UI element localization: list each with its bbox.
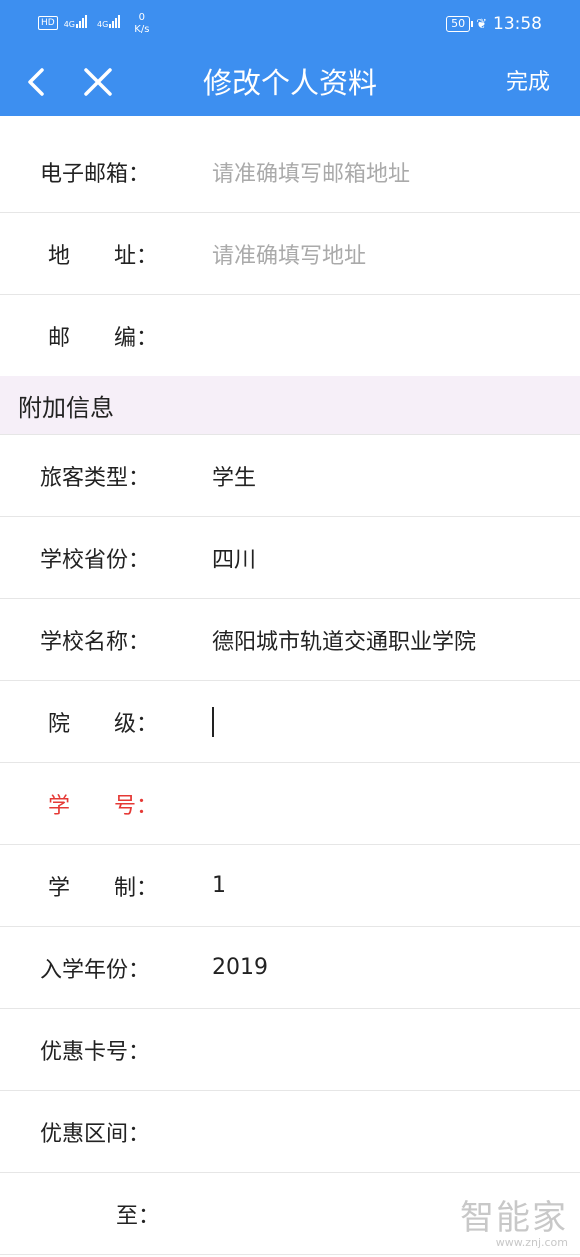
hd-badge: HD bbox=[38, 16, 58, 30]
section-header: 附加信息 bbox=[0, 376, 580, 435]
done-button[interactable]: 完成 bbox=[506, 69, 550, 97]
postcode-label-text: 邮 编： bbox=[48, 325, 159, 351]
postcode-input[interactable] bbox=[212, 295, 560, 376]
discount-range-label: 优惠区间： bbox=[40, 1121, 151, 1147]
discount-range-from[interactable] bbox=[212, 1091, 560, 1172]
school-province-row[interactable]: 学校省份： 四川 bbox=[0, 517, 580, 599]
watermark-url: www.znj.com bbox=[495, 1236, 568, 1249]
address-label-text: 地 址： bbox=[48, 243, 159, 269]
address-input[interactable]: 请准确填写地址 bbox=[212, 213, 560, 294]
discount-range-row[interactable]: 优惠区间： bbox=[0, 1091, 580, 1173]
status-bar: HD 4G 4G 0 K/s 50 ❦ 13:58 bbox=[0, 0, 580, 50]
school-province-label: 学校省份： bbox=[40, 547, 151, 573]
signal-icon bbox=[109, 14, 121, 28]
network-speed: 0 K/s bbox=[134, 12, 149, 36]
status-left: HD 4G 4G 0 K/s bbox=[38, 12, 149, 36]
signal-1: 4G bbox=[63, 12, 87, 29]
enrollment-year-label: 入学年份： bbox=[40, 957, 151, 983]
department-label: 院 级： bbox=[48, 681, 160, 762]
email-row[interactable]: 电子邮箱： 请准确填写邮箱地址 bbox=[0, 116, 580, 213]
speed-value: 0 bbox=[138, 12, 146, 23]
email-label: 电子邮箱： bbox=[40, 161, 151, 187]
study-length-row[interactable]: 学 制： 1 bbox=[0, 845, 580, 927]
postcode-label: 邮 编： bbox=[48, 295, 160, 376]
enrollment-year-value[interactable]: 2019 bbox=[212, 927, 560, 1008]
email-input[interactable]: 请准确填写邮箱地址 bbox=[212, 131, 560, 212]
discount-range-to-label: 至： bbox=[115, 1203, 160, 1229]
department-input[interactable] bbox=[212, 681, 560, 762]
battery-icon: 50 bbox=[446, 16, 474, 32]
status-right: 50 ❦ 13:58 bbox=[446, 14, 542, 34]
study-length-label-text: 学 制： bbox=[48, 875, 159, 901]
passenger-type-row[interactable]: 旅客类型： 学生 bbox=[0, 435, 580, 517]
network-type-2: 4G bbox=[97, 20, 109, 29]
text-cursor bbox=[212, 706, 214, 737]
student-id-row[interactable]: 学 号： bbox=[0, 763, 580, 845]
student-id-label: 学 号： bbox=[48, 763, 160, 844]
school-province-value[interactable]: 四川 bbox=[212, 517, 560, 598]
watermark: 智能家 www.znj.com bbox=[460, 1199, 568, 1249]
nav-bar: 修改个人资料 完成 bbox=[0, 50, 580, 116]
school-name-label: 学校名称： bbox=[40, 629, 151, 655]
student-id-label-text: 学 号： bbox=[48, 793, 159, 819]
network-type-1: 4G bbox=[63, 20, 75, 29]
discount-card-row[interactable]: 优惠卡号： bbox=[0, 1009, 580, 1091]
enrollment-year-row[interactable]: 入学年份： 2019 bbox=[0, 927, 580, 1009]
speed-unit: K/s bbox=[134, 24, 150, 35]
passenger-type-value[interactable]: 学生 bbox=[212, 435, 560, 516]
address-label: 地 址： bbox=[48, 213, 160, 294]
study-length-value[interactable]: 1 bbox=[212, 845, 560, 926]
watermark-logo: 智能家 bbox=[460, 1198, 568, 1238]
postcode-row[interactable]: 邮 编： bbox=[0, 295, 580, 377]
section-title: 附加信息 bbox=[18, 393, 114, 422]
study-length-label: 学 制： bbox=[48, 845, 160, 926]
discount-card-label: 优惠卡号： bbox=[40, 1039, 151, 1065]
passenger-type-label: 旅客类型： bbox=[40, 465, 151, 491]
page-title: 修改个人资料 bbox=[202, 66, 377, 100]
leaf-icon: ❦ bbox=[476, 16, 487, 32]
address-row[interactable]: 地 址： 请准确填写地址 bbox=[0, 213, 580, 295]
signal-icon bbox=[76, 14, 87, 28]
clock: 13:58 bbox=[493, 14, 542, 34]
department-label-text: 院 级： bbox=[48, 711, 159, 737]
student-id-input[interactable] bbox=[212, 763, 560, 844]
discount-card-input[interactable] bbox=[212, 1009, 560, 1090]
signal-2: 4G bbox=[97, 12, 121, 29]
school-name-value[interactable]: 德阳城市轨道交通职业学院 bbox=[212, 599, 560, 680]
department-row[interactable]: 院 级： bbox=[0, 681, 580, 763]
school-name-row[interactable]: 学校名称： 德阳城市轨道交通职业学院 bbox=[0, 599, 580, 681]
